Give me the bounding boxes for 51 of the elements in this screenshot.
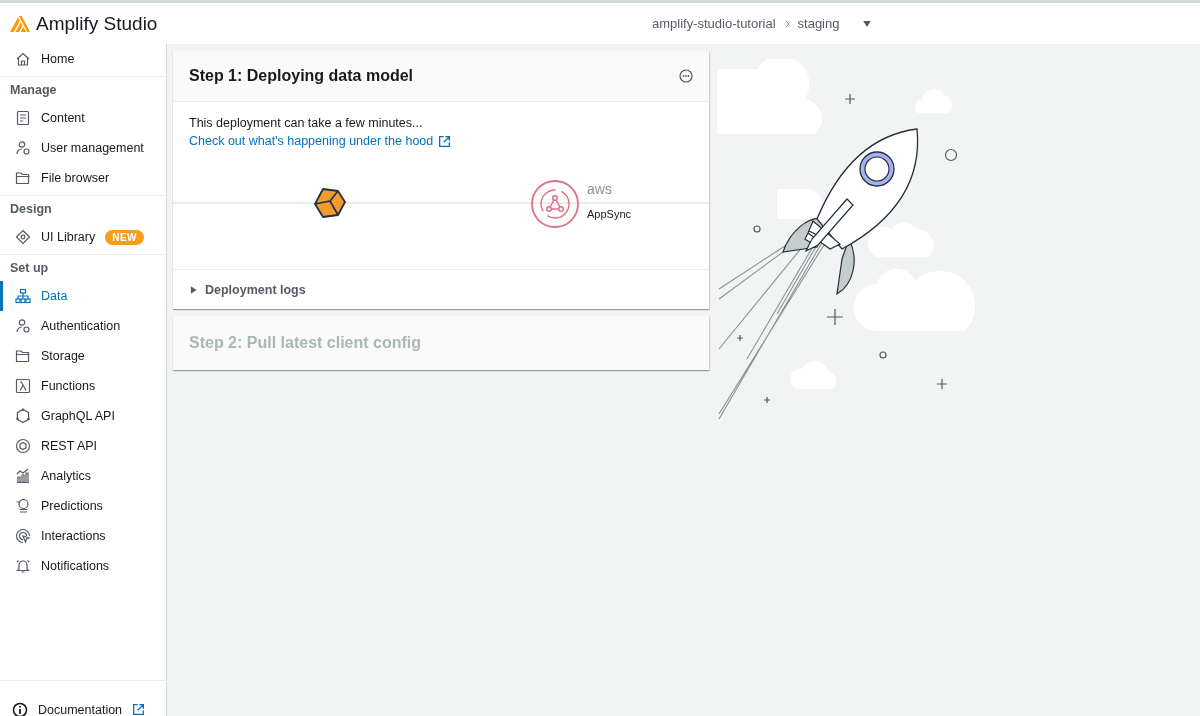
nav-section-heading: Set up: [0, 254, 166, 281]
app-title: Amplify Studio: [36, 12, 158, 35]
nav-link[interactable]: GraphQL API: [0, 401, 166, 431]
crystal-ball-icon: [15, 498, 31, 514]
lambda-icon: [15, 378, 31, 394]
hierarchy-icon: [15, 288, 31, 304]
nav-link[interactable]: Home: [0, 44, 166, 74]
nav-link[interactable]: Authentication: [0, 311, 166, 341]
nav-section-heading: Manage: [0, 76, 166, 103]
hexagon-icon: [15, 408, 31, 424]
deployment-note: This deployment can take a few minutes...: [189, 116, 424, 130]
house-icon: [15, 51, 31, 67]
breadcrumb-link[interactable]: staging: [797, 16, 840, 31]
folder-icon: [15, 170, 31, 186]
nav-link[interactable]: Storage: [0, 341, 166, 371]
logo-icon: [10, 15, 30, 32]
service-name: AppSync: [587, 208, 632, 220]
nav-link[interactable]: User management: [0, 133, 166, 163]
document-icon: [15, 110, 31, 126]
user-icon: [15, 318, 31, 334]
nav-link[interactable]: UI Library NEW: [0, 222, 166, 252]
more-options-icon[interactable]: [679, 69, 693, 83]
info-icon: [12, 701, 28, 716]
diamond-icon: [15, 229, 31, 245]
step-title: Step 1: Deploying data model: [189, 67, 414, 85]
deployment-logs-toggle[interactable]: Deployment logs: [173, 270, 709, 309]
user-icon: [15, 140, 31, 156]
nav-link[interactable]: Content: [0, 103, 166, 133]
nav-section-heading: Design: [0, 195, 166, 222]
nav-link[interactable]: Functions: [0, 371, 166, 401]
aws-label: aws: [587, 181, 612, 197]
appsync-icon: [530, 179, 580, 229]
step-title: Step 2: Pull latest client config: [189, 334, 422, 352]
new-badge: NEW: [105, 229, 145, 245]
nav-link[interactable]: Interactions: [0, 521, 166, 551]
folder-icon: [15, 348, 31, 364]
bell-icon: [15, 558, 31, 574]
nav-link[interactable]: Predictions: [0, 491, 166, 521]
nav-link[interactable]: Notifications: [0, 551, 166, 581]
external-link-icon: [132, 703, 146, 716]
external-link-icon: [438, 134, 452, 148]
under-the-hood-link[interactable]: Check out what's happening under the hood: [189, 134, 452, 148]
nav-link[interactable]: Analytics: [0, 461, 166, 491]
nav-link[interactable]: File browser: [0, 163, 166, 193]
caret-right-icon: [189, 284, 199, 295]
nav-link[interactable]: REST API: [0, 431, 166, 461]
documentation-link[interactable]: Documentation: [38, 702, 123, 716]
cursor-icon: [15, 528, 31, 544]
bar-chart-icon: [15, 468, 31, 484]
cube-icon: [313, 186, 347, 220]
breadcrumb-link[interactable]: amplify-studio-tutorial: [652, 16, 776, 31]
